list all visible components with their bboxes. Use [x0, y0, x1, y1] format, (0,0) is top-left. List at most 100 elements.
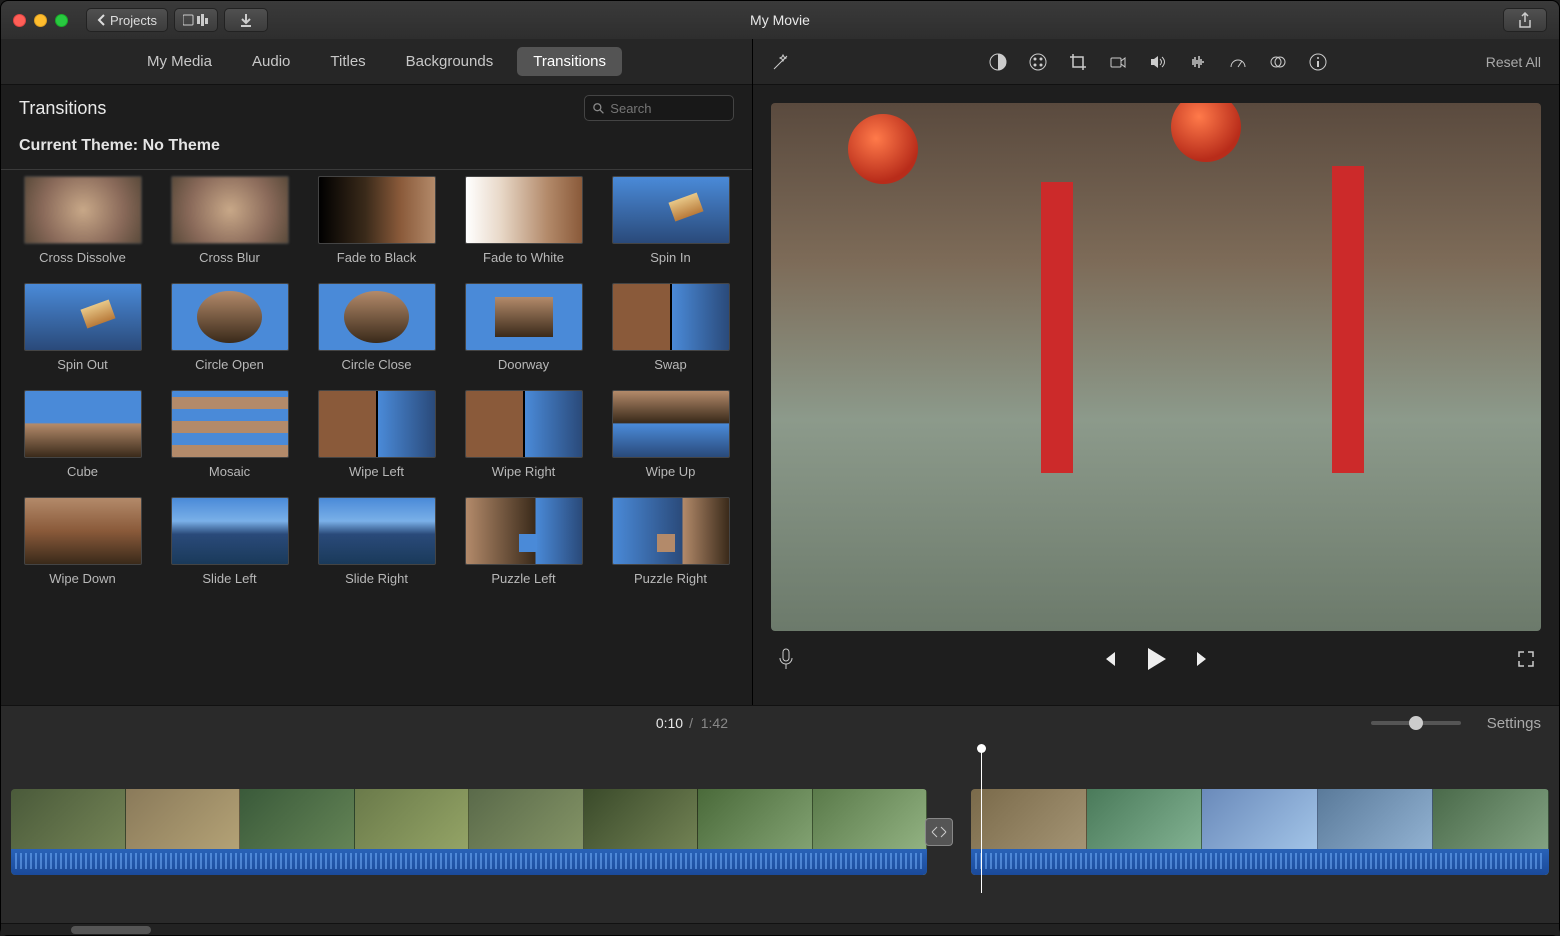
transition-thumb[interactable]: Doorway	[460, 283, 587, 372]
zoom-slider[interactable]	[1371, 721, 1461, 725]
titlebar: Projects My Movie	[1, 1, 1559, 39]
transition-preview	[612, 390, 730, 458]
search-box[interactable]	[584, 95, 734, 121]
tab-my-media[interactable]: My Media	[131, 47, 228, 76]
timeline-scrollbar[interactable]	[1, 923, 1559, 935]
browser-tabs: My Media Audio Titles Backgrounds Transi…	[1, 39, 752, 85]
magic-wand-icon	[771, 52, 791, 72]
enhance-button[interactable]	[771, 52, 831, 72]
main-area: My Media Audio Titles Backgrounds Transi…	[1, 39, 1559, 705]
transition-thumb[interactable]: Spin Out	[19, 283, 146, 372]
transition-thumb[interactable]: Cross Blur	[166, 176, 293, 265]
speaker-icon	[1149, 53, 1167, 71]
preview-content	[848, 114, 918, 184]
preview-frame[interactable]	[771, 103, 1541, 631]
transition-label: Puzzle Right	[634, 571, 707, 586]
transition-thumb[interactable]: Wipe Up	[607, 390, 734, 479]
import-button[interactable]	[224, 8, 268, 32]
transition-thumb[interactable]: Slide Left	[166, 497, 293, 586]
transition-preview	[318, 390, 436, 458]
skip-forward-icon	[1194, 650, 1212, 668]
transition-thumb[interactable]: Fade to Black	[313, 176, 440, 265]
zoom-handle[interactable]	[1406, 713, 1426, 733]
clip-filter-button[interactable]	[1269, 53, 1287, 71]
minimize-window-button[interactable]	[34, 14, 47, 27]
transition-preview	[318, 497, 436, 565]
tab-transitions[interactable]: Transitions	[517, 47, 622, 76]
transition-label: Wipe Up	[646, 464, 696, 479]
clip[interactable]	[971, 789, 1549, 875]
transition-thumb[interactable]: Circle Open	[166, 283, 293, 372]
transition-label: Wipe Down	[49, 571, 115, 586]
speedometer-icon	[1229, 53, 1247, 71]
search-input[interactable]	[610, 101, 725, 116]
reset-all-button[interactable]: Reset All	[1486, 54, 1541, 70]
transition-marker[interactable]	[925, 818, 953, 846]
window-controls	[13, 14, 68, 27]
transition-thumb[interactable]: Cross Dissolve	[19, 176, 146, 265]
transition-label: Doorway	[498, 357, 549, 372]
clip[interactable]	[11, 789, 927, 875]
scrollbar-thumb[interactable]	[71, 926, 151, 934]
audio-waveform	[971, 849, 1549, 875]
transition-thumb[interactable]: Slide Right	[313, 497, 440, 586]
equalizer-icon	[1189, 53, 1207, 71]
adjust-tools	[989, 53, 1327, 71]
projects-back-button[interactable]: Projects	[86, 8, 168, 32]
viewer-panel: Reset All	[753, 39, 1559, 705]
transition-preview	[24, 283, 142, 351]
transitions-scroll[interactable]: Cross Dissolve Cross Blur Fade to BlackFad…	[1, 172, 752, 705]
theme-label: Current Theme:	[19, 137, 143, 154]
transition-label: Wipe Right	[492, 464, 556, 479]
transition-thumb[interactable]: Puzzle Left	[460, 497, 587, 586]
transition-label: Cross Blur	[199, 250, 260, 265]
speed-button[interactable]	[1229, 53, 1247, 71]
media-library-button[interactable]	[174, 8, 218, 32]
timeline-settings-button[interactable]: Settings	[1487, 715, 1541, 732]
transition-thumb[interactable]: Circle Close	[313, 283, 440, 372]
tab-backgrounds[interactable]: Backgrounds	[390, 47, 510, 76]
tab-audio[interactable]: Audio	[236, 47, 306, 76]
timeline-track[interactable]	[1, 740, 1559, 923]
play-icon	[1144, 646, 1168, 672]
transition-preview	[612, 283, 730, 351]
info-button[interactable]	[1309, 53, 1327, 71]
viewer	[753, 85, 1559, 705]
half-circle-icon	[989, 53, 1007, 71]
play-button[interactable]	[1144, 646, 1168, 672]
transition-preview	[465, 283, 583, 351]
maximize-window-button[interactable]	[55, 14, 68, 27]
transition-thumb[interactable]: Spin In	[607, 176, 734, 265]
volume-button[interactable]	[1149, 53, 1167, 71]
next-frame-button[interactable]	[1194, 650, 1212, 668]
transition-thumb[interactable]: Wipe Down	[19, 497, 146, 586]
color-balance-button[interactable]	[989, 53, 1007, 71]
color-correction-button[interactable]	[1029, 53, 1047, 71]
voiceover-button[interactable]	[777, 648, 795, 670]
prev-frame-button[interactable]	[1100, 650, 1118, 668]
transition-label: Spin In	[650, 250, 690, 265]
transition-thumb[interactable]: Cube	[19, 390, 146, 479]
camera-icon	[1109, 53, 1127, 71]
transition-label: Cross Dissolve	[39, 250, 126, 265]
transition-thumb[interactable]: Fade to White	[460, 176, 587, 265]
fullscreen-button[interactable]	[1517, 650, 1535, 668]
playhead[interactable]	[981, 748, 982, 893]
transition-thumb[interactable]: Swap	[607, 283, 734, 372]
crop-button[interactable]	[1069, 53, 1087, 71]
transition-thumb[interactable]: Wipe Left	[313, 390, 440, 479]
timeline-panel: 0:10 / 1:42 Settings	[1, 705, 1559, 935]
tab-titles[interactable]: Titles	[314, 47, 381, 76]
playhead-time: 0:10	[656, 715, 683, 731]
browser-panel: My Media Audio Titles Backgrounds Transi…	[1, 39, 753, 705]
transition-thumb[interactable]: Mosaic	[166, 390, 293, 479]
preview-content	[1171, 103, 1241, 162]
transition-label: Cube	[67, 464, 98, 479]
transition-thumb[interactable]: Wipe Right	[460, 390, 587, 479]
transition-preview	[318, 283, 436, 351]
close-window-button[interactable]	[13, 14, 26, 27]
share-button[interactable]	[1503, 8, 1547, 32]
transition-thumb[interactable]: Puzzle Right	[607, 497, 734, 586]
stabilization-button[interactable]	[1109, 53, 1127, 71]
noise-reduction-button[interactable]	[1189, 53, 1207, 71]
